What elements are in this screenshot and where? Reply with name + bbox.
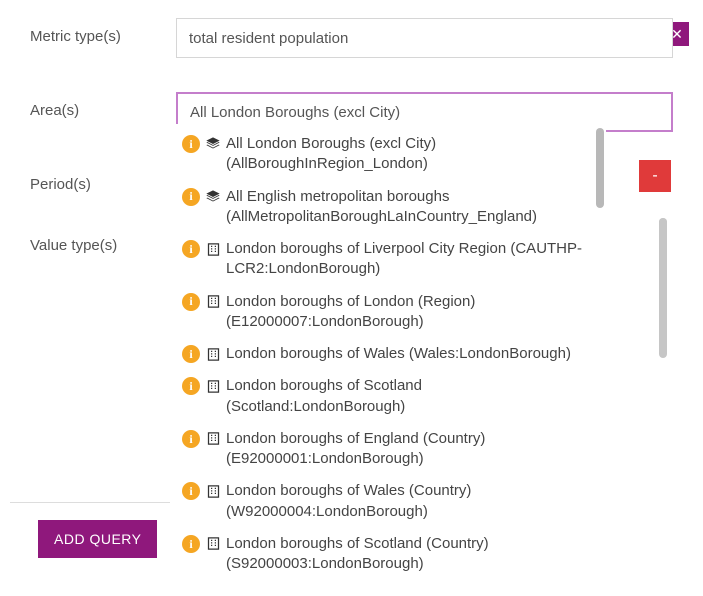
dropdown-item[interactable]: i London boroughs of England (Country) (E… bbox=[180, 423, 590, 476]
info-icon: i bbox=[182, 345, 200, 363]
dropdown-item-label: London boroughs of Wales (Wales:LondonBo… bbox=[226, 344, 590, 364]
building-icon bbox=[204, 482, 222, 500]
info-icon: i bbox=[182, 188, 200, 206]
metric-row: Metric type(s) bbox=[30, 18, 673, 58]
building-icon bbox=[204, 293, 222, 311]
dropdown-scrollbar-thumb[interactable] bbox=[596, 128, 604, 208]
dropdown-item[interactable]: i All English metropolitan boroughs (AllM… bbox=[180, 181, 590, 234]
dropdown-item-label: All English metropolitan boroughs (AllMe… bbox=[226, 187, 590, 228]
dropdown-item[interactable]: i London boroughs of London (Region) (E12… bbox=[180, 286, 590, 339]
dropdown-item-label: London boroughs of England (Country) (E9… bbox=[226, 429, 590, 470]
dropdown-item-label: London boroughs of Wales (Country) (W920… bbox=[226, 481, 590, 522]
remove-button[interactable]: - bbox=[639, 160, 671, 192]
dropdown-item-label: London boroughs of Scotland (Scotland:Lo… bbox=[226, 376, 590, 417]
metric-label: Metric type(s) bbox=[30, 18, 176, 45]
info-icon: i bbox=[182, 240, 200, 258]
dropdown-item[interactable]: i London boroughs of Wales (Wales:LondonB… bbox=[180, 338, 590, 370]
metric-input[interactable] bbox=[176, 18, 673, 58]
dropdown-item[interactable]: i All London Boroughs (excl City) (AllBor… bbox=[180, 128, 590, 181]
minus-icon: - bbox=[652, 167, 657, 185]
info-icon: i bbox=[182, 535, 200, 553]
dropdown-item[interactable]: i London boroughs of Scotland (Country) (… bbox=[180, 528, 590, 581]
panel-scrollbar[interactable] bbox=[659, 218, 667, 358]
dropdown-item-label: London boroughs of Scotland (Country) (S… bbox=[226, 534, 590, 575]
dropdown-item[interactable]: i London boroughs of Wales (Country) (W92… bbox=[180, 475, 590, 528]
dropdown-item-label: All London Boroughs (excl City) (AllBoro… bbox=[226, 134, 590, 175]
dropdown-item[interactable]: i London boroughs of Scotland (Scotland:L… bbox=[180, 370, 590, 423]
dropdown-item-label: London boroughs of London (Region) (E120… bbox=[226, 292, 590, 333]
dropdown-scrollbar[interactable] bbox=[596, 128, 604, 588]
panel-scrollbar-thumb[interactable] bbox=[659, 218, 667, 348]
area-dropdown: i All London Boroughs (excl City) (AllBor… bbox=[176, 124, 606, 596]
layers-icon bbox=[204, 135, 222, 153]
building-icon bbox=[204, 345, 222, 363]
info-icon: i bbox=[182, 293, 200, 311]
building-icon bbox=[204, 535, 222, 553]
building-icon bbox=[204, 430, 222, 448]
building-icon bbox=[204, 240, 222, 258]
add-query-button[interactable]: ADD QUERY bbox=[38, 520, 157, 558]
divider bbox=[10, 502, 170, 503]
dropdown-item-label: London boroughs of Liverpool City Region… bbox=[226, 239, 590, 280]
dropdown-item[interactable]: i London boroughs of Liverpool City Regio… bbox=[180, 233, 590, 286]
info-icon: i bbox=[182, 482, 200, 500]
area-label: Area(s) bbox=[30, 92, 176, 119]
info-icon: i bbox=[182, 135, 200, 153]
value-label: Value type(s) bbox=[30, 227, 176, 254]
building-icon bbox=[204, 377, 222, 395]
info-icon: i bbox=[182, 377, 200, 395]
info-icon: i bbox=[182, 430, 200, 448]
layers-icon bbox=[204, 188, 222, 206]
period-label: Period(s) bbox=[30, 166, 176, 193]
